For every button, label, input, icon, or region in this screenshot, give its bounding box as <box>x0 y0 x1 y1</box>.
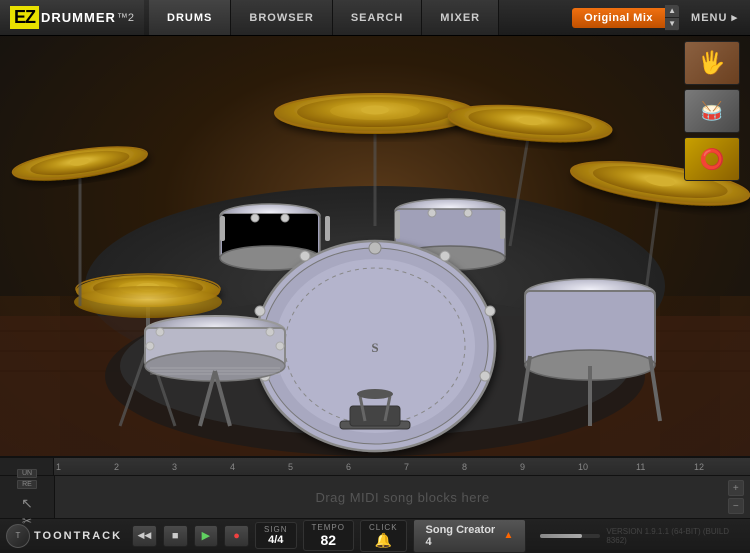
ruler-mark-9: 9 <box>518 462 576 472</box>
zoom-out-icon[interactable]: − <box>728 498 744 514</box>
logo-version: ™2 <box>117 12 134 24</box>
sign-box: SIGN 4/4 <box>255 522 297 549</box>
zoom-in-icon[interactable]: + <box>728 480 744 496</box>
ruler-mark-1: 1 <box>54 462 112 472</box>
cursor-tool[interactable]: ↖ <box>18 495 36 512</box>
tempo-box: TEMPO 82 <box>303 520 354 551</box>
toontrack-label: TOONTRACK <box>34 530 122 542</box>
mix-dropdown[interactable]: Original Mix <box>572 8 665 28</box>
nav-tabs: DRUMS BROWSER SEARCH MIXER <box>149 0 499 35</box>
toontrack-logo: T TOONTRACK <box>6 524 122 548</box>
tempo-label: TEMPO <box>312 523 345 532</box>
ruler-mark-11: 11 <box>634 462 692 472</box>
app-container: EZ DRUMMER ™2 DRUMS BROWSER SEARCH MIXER… <box>0 0 750 550</box>
click-label: CLICK <box>369 523 398 532</box>
stick-selector[interactable]: 🥁 <box>684 89 740 133</box>
ruler-mark-3: 3 <box>170 462 228 472</box>
drum-stage: S <box>0 36 750 456</box>
tab-search[interactable]: SEARCH <box>333 0 422 35</box>
click-box: CLICK 🔔 <box>360 520 407 552</box>
side-panel: 🖐 🥁 ⭕ <box>684 41 742 181</box>
ruler-mark-8: 8 <box>460 462 518 472</box>
tab-drums[interactable]: DRUMS <box>149 0 231 35</box>
ruler-mark-7: 7 <box>402 462 460 472</box>
ruler-mark-2: 2 <box>112 462 170 472</box>
sign-label: SIGN <box>264 525 288 534</box>
toontrack-circle-icon: T <box>6 524 30 548</box>
song-creator-arrow: ▲ <box>503 530 513 541</box>
stop-button[interactable]: ■ <box>163 525 188 547</box>
version-text: VERSION 1.9.1.1 (64-BIT) (BUILD 8362) <box>606 527 744 545</box>
bottom-section: 1 2 3 4 5 6 7 8 9 10 11 12 UN RE ↖ ✂ Dra… <box>0 456 750 550</box>
track-main: Drag MIDI song blocks here + − <box>55 476 750 518</box>
logo-ez: EZ <box>10 6 39 29</box>
ruler-mark-10: 10 <box>576 462 634 472</box>
hand-selector[interactable]: 🖐 <box>684 41 740 85</box>
song-creator-button[interactable]: Song Creator 4 ▲ <box>413 519 527 553</box>
undo-button[interactable]: UN <box>17 469 37 478</box>
sign-value[interactable]: 4/4 <box>268 534 283 546</box>
logo-drummer: DRUMMER <box>41 10 116 25</box>
tab-mixer[interactable]: MIXER <box>422 0 499 35</box>
volume-slider[interactable] <box>540 534 600 538</box>
ruler-mark-12: 12 <box>692 462 750 472</box>
tab-browser[interactable]: BROWSER <box>231 0 332 35</box>
bottom-toolbar: T TOONTRACK ◀◀ ■ ▶ ● SIGN 4/4 TEMPO 82 C… <box>0 518 750 552</box>
tambourine-selector[interactable]: ⭕ <box>684 137 740 181</box>
volume-slider-area <box>540 534 600 538</box>
mix-up-arrow[interactable]: ▲ <box>665 5 679 18</box>
menu-button[interactable]: MENU ▸ <box>679 11 750 24</box>
volume-fill <box>540 534 582 538</box>
app-logo: EZ DRUMMER ™2 <box>0 0 144 35</box>
drag-hint-text: Drag MIDI song blocks here <box>315 490 489 505</box>
track-right-icons: + − <box>728 480 744 514</box>
top-bar: EZ DRUMMER ™2 DRUMS BROWSER SEARCH MIXER… <box>0 0 750 36</box>
song-creator-label: Song Creator 4 <box>426 524 500 548</box>
mix-selector: Original Mix ▲ ▼ MENU ▸ <box>572 5 750 31</box>
timeline-ruler: 1 2 3 4 5 6 7 8 9 10 11 12 <box>0 458 750 476</box>
rewind-button[interactable]: ◀◀ <box>132 525 157 547</box>
redo-button[interactable]: RE <box>17 480 37 489</box>
ruler-mark-4: 4 <box>228 462 286 472</box>
record-button[interactable]: ● <box>224 525 249 547</box>
drum-kit-svg: S <box>0 36 750 456</box>
play-button[interactable]: ▶ <box>194 525 219 547</box>
tempo-value[interactable]: 82 <box>320 532 336 548</box>
track-row: UN RE ↖ ✂ Drag MIDI song blocks here + − <box>0 476 750 518</box>
mix-arrows: ▲ ▼ <box>665 5 679 31</box>
click-icon[interactable]: 🔔 <box>375 532 392 549</box>
edit-tools: UN RE ↖ ✂ <box>0 476 55 518</box>
svg-text:S: S <box>371 340 378 355</box>
mix-down-arrow[interactable]: ▼ <box>665 18 679 31</box>
ruler-mark-6: 6 <box>344 462 402 472</box>
ruler-mark-5: 5 <box>286 462 344 472</box>
